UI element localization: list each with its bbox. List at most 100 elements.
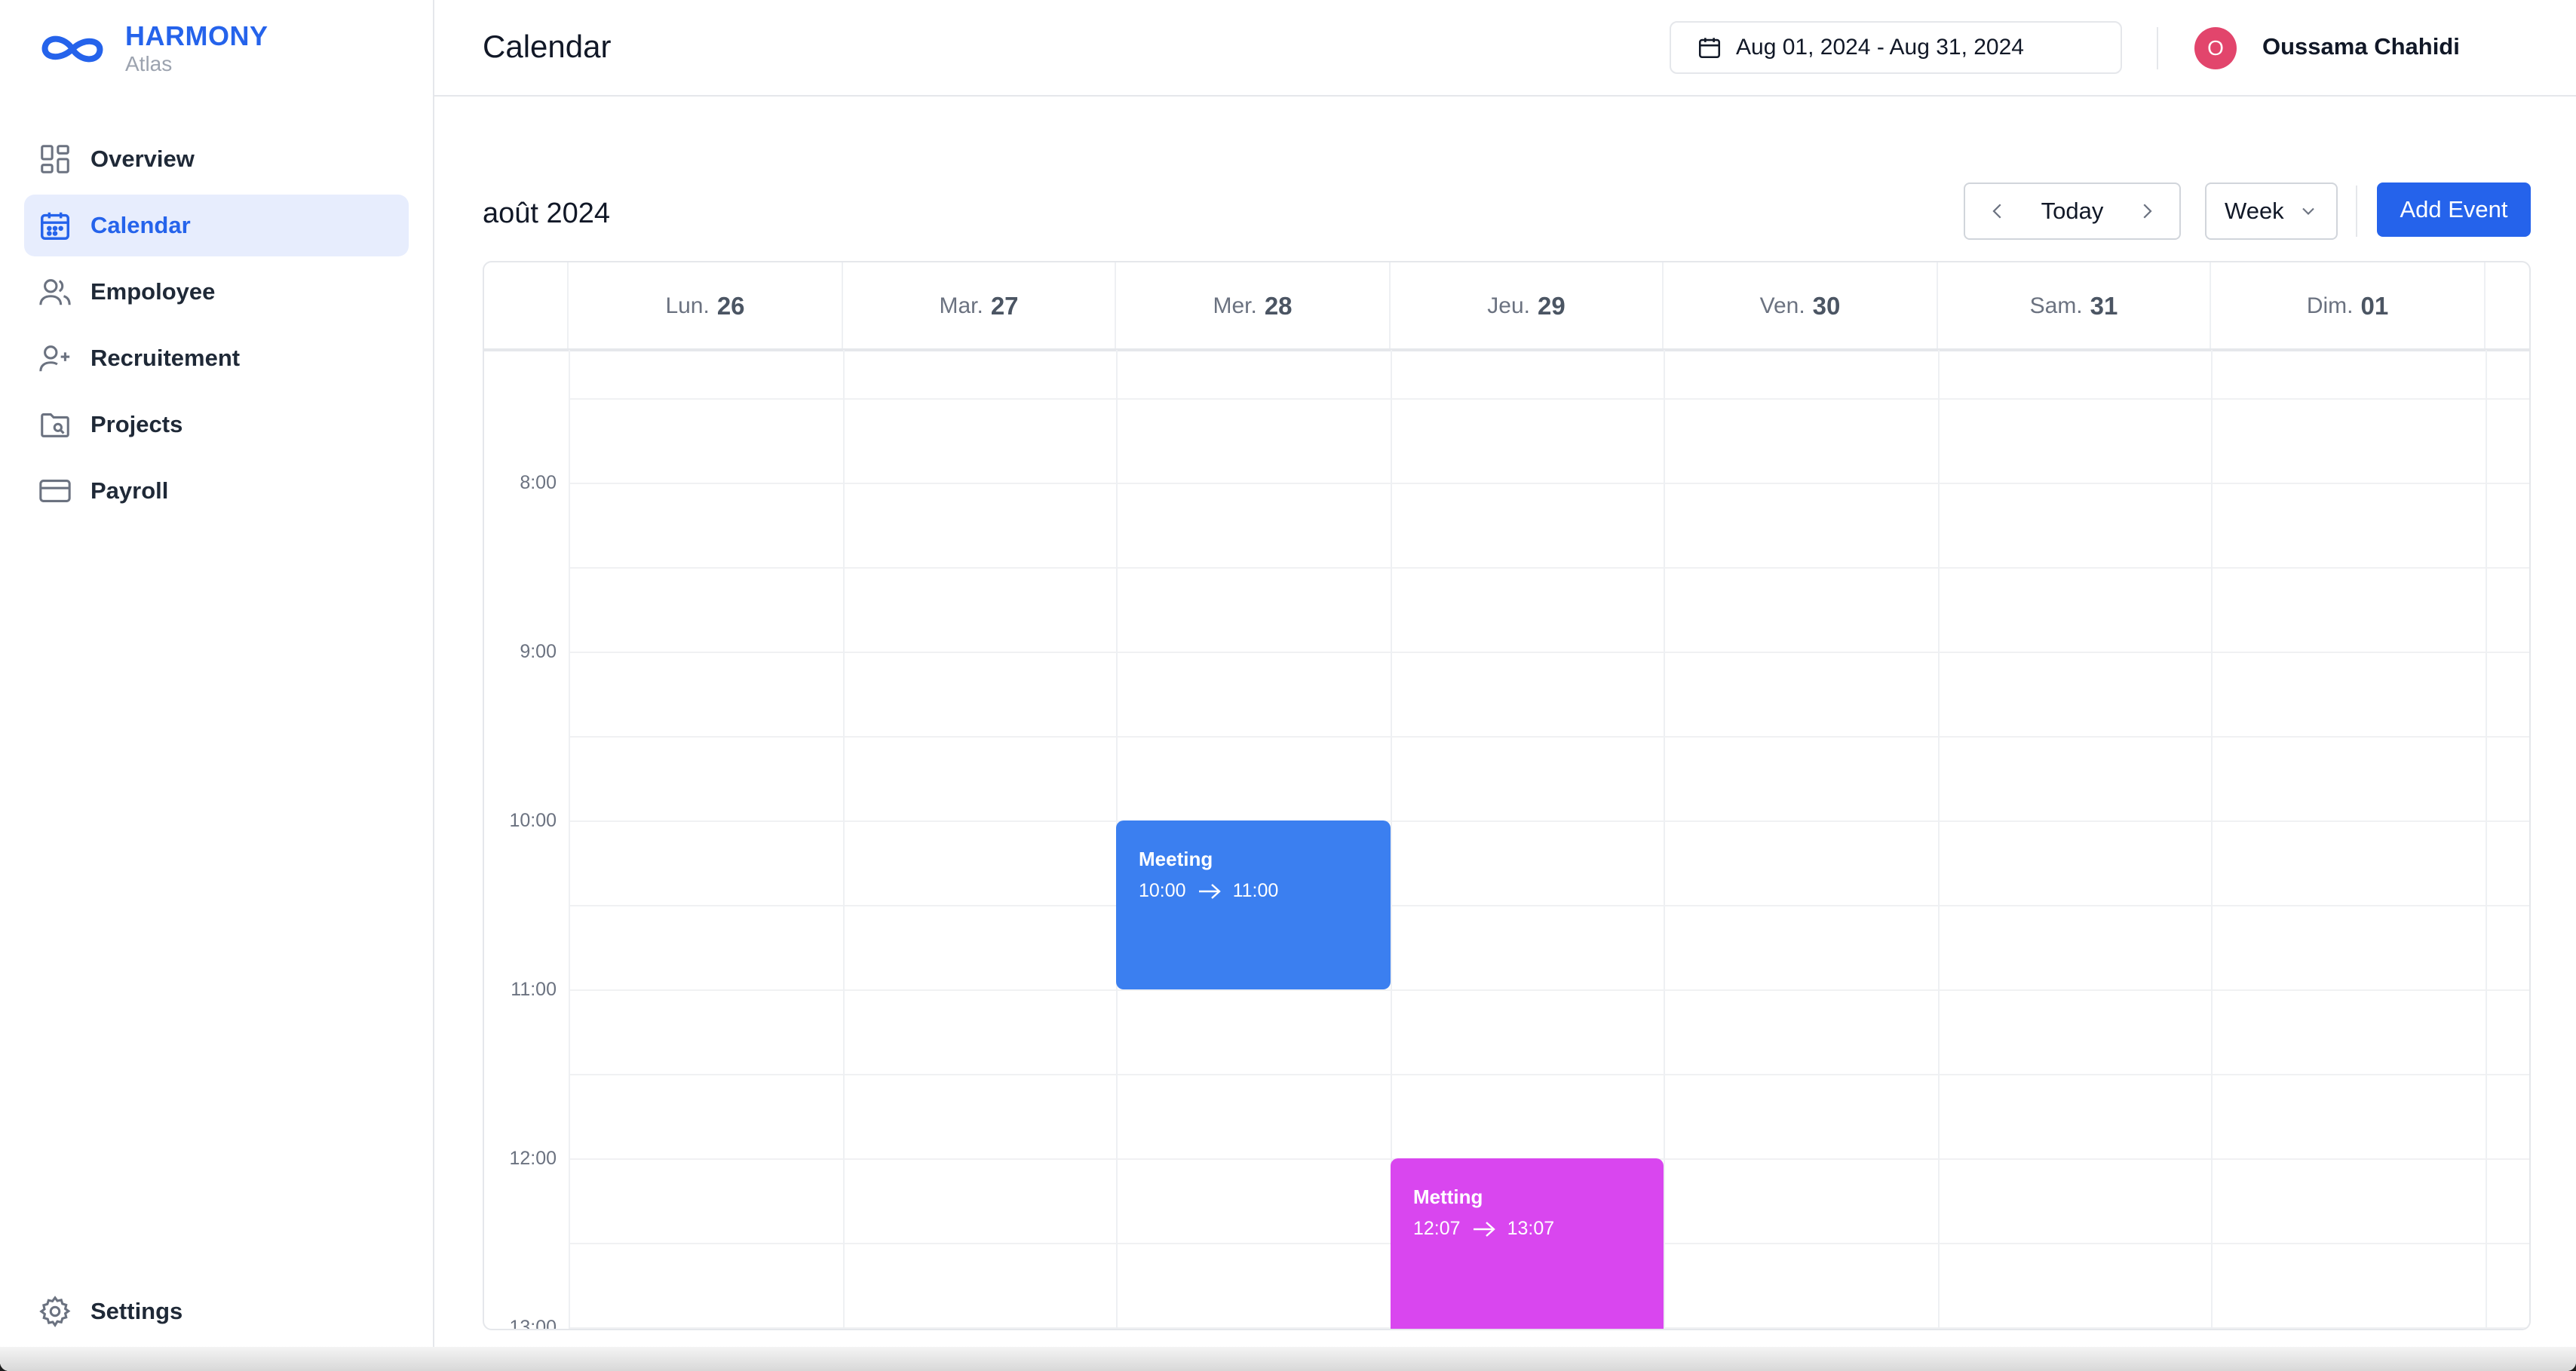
header-separator xyxy=(484,348,2529,351)
day-header-thu[interactable]: Jeu. 29 xyxy=(1391,262,1664,350)
sidebar-item-label: Calendar xyxy=(90,212,191,238)
add-event-button[interactable]: Add Event xyxy=(2377,182,2531,237)
folder-icon xyxy=(41,413,69,437)
view-select-value: Week xyxy=(2225,198,2284,224)
sidebar-item-label: Overview xyxy=(90,146,195,172)
sidebar-nav: Overview Calendar Empoloyee Recruitement… xyxy=(24,128,409,526)
event-end: 11:00 xyxy=(1232,880,1279,901)
grid-line xyxy=(569,736,2529,738)
avatar[interactable]: O xyxy=(2194,27,2237,69)
day-number: 29 xyxy=(1538,292,1566,320)
view-select[interactable]: Week xyxy=(2205,182,2338,240)
grid-line xyxy=(569,820,2529,822)
day-name: Lun. xyxy=(665,293,710,318)
chevron-right-icon[interactable] xyxy=(2136,200,2158,222)
day-header-fri[interactable]: Ven. 30 xyxy=(1664,262,1938,350)
grid-icon xyxy=(41,145,69,173)
day-header-sat[interactable]: Sam. 31 xyxy=(1938,262,2211,350)
settings-link[interactable]: Settings xyxy=(38,1294,182,1329)
time-label: 11:00 xyxy=(511,979,557,1000)
column-line xyxy=(2486,350,2487,1329)
day-name: Sam. xyxy=(2029,293,2083,318)
date-navigation: Today xyxy=(1964,182,2181,240)
day-header-wed[interactable]: Mer. 28 xyxy=(1116,262,1391,350)
event-title: Meeting xyxy=(1139,848,1213,870)
user-name[interactable]: Oussama Chahidi xyxy=(2262,33,2460,60)
users-icon xyxy=(39,279,71,305)
day-header-mon[interactable]: Lun. 26 xyxy=(569,262,843,350)
week-calendar: Lun. 26 Mar. 27 Mer. 28 Jeu. 29 Ven. 30 … xyxy=(483,261,2531,1330)
day-number: 26 xyxy=(716,292,745,320)
brand-name: HARMONY xyxy=(125,20,268,51)
day-name: Mar. xyxy=(939,293,983,318)
calendar-event[interactable]: Metting 12:07 13:07 xyxy=(1391,1158,1664,1329)
sidebar: HARMONY Atlas Overview Calendar Empoloye… xyxy=(0,0,434,1371)
event-title: Metting xyxy=(1413,1185,1483,1208)
time-label: 13:00 xyxy=(509,1317,557,1330)
date-range-picker[interactable]: Aug 01, 2024 - Aug 31, 2024 xyxy=(1670,21,2122,74)
column-line xyxy=(843,350,845,1329)
day-name: Dim. xyxy=(2306,293,2354,318)
sidebar-item-overview[interactable]: Overview xyxy=(24,128,409,190)
column-line xyxy=(569,350,570,1329)
gear-icon xyxy=(39,1296,71,1327)
day-name: Jeu. xyxy=(1487,293,1530,318)
today-button[interactable]: Today xyxy=(2041,198,2104,225)
month-label: août 2024 xyxy=(483,198,611,229)
sidebar-item-payroll[interactable]: Payroll xyxy=(24,460,409,522)
brand-subtitle: Atlas xyxy=(125,52,173,75)
event-time: 10:00 11:00 xyxy=(1139,880,1368,902)
grid-line xyxy=(569,905,2529,906)
sidebar-item-label: Projects xyxy=(90,411,183,437)
sidebar-item-projects[interactable]: Projects xyxy=(24,394,409,455)
day-number: 31 xyxy=(2090,292,2118,320)
time-label: 12:00 xyxy=(509,1148,557,1169)
grid-line xyxy=(569,483,2529,484)
event-end: 13:07 xyxy=(1507,1218,1555,1239)
column-line xyxy=(1938,350,1940,1329)
user-plus-icon xyxy=(39,345,70,372)
day-header-sun[interactable]: Dim. 01 xyxy=(2211,262,2486,350)
day-number: 30 xyxy=(1812,292,1841,320)
time-gutter-header xyxy=(484,262,569,350)
arrow-right-icon xyxy=(1473,1221,1495,1237)
sidebar-item-label: Empoloyee xyxy=(90,278,216,305)
grid-line xyxy=(569,989,2529,991)
grid-line xyxy=(569,398,2529,400)
event-time: 12:07 13:07 xyxy=(1413,1218,1641,1240)
infinity-logo-icon xyxy=(41,35,103,63)
day-name: Ven. xyxy=(1759,293,1805,318)
calendar-icon xyxy=(1698,38,1721,59)
chevron-down-icon xyxy=(2302,207,2314,215)
day-name: Mer. xyxy=(1213,293,1257,318)
logo[interactable]: HARMONY Atlas xyxy=(38,21,268,77)
app-window: HARMONY Atlas Overview Calendar Empoloye… xyxy=(0,0,2576,1371)
calendar-icon xyxy=(41,212,69,240)
time-label: 8:00 xyxy=(520,472,557,493)
chevron-left-icon[interactable] xyxy=(1986,200,2009,222)
toolbar-divider xyxy=(2356,186,2357,237)
top-header: Calendar Aug 01, 2024 - Aug 31, 2024 O O… xyxy=(434,0,2576,97)
day-number: 27 xyxy=(990,292,1019,320)
event-start: 10:00 xyxy=(1139,880,1186,901)
grid-line xyxy=(569,1074,2529,1075)
settings-label: Settings xyxy=(90,1298,183,1324)
column-line xyxy=(2211,350,2213,1329)
day-header-tue[interactable]: Mar. 27 xyxy=(843,262,1116,350)
sidebar-item-label: Payroll xyxy=(90,477,169,504)
page-title: Calendar xyxy=(483,29,612,64)
time-label: 9:00 xyxy=(520,641,557,662)
sidebar-item-recruitement[interactable]: Recruitement xyxy=(24,327,409,389)
window-bottom-edge xyxy=(0,1347,2576,1371)
grid-line xyxy=(569,652,2529,653)
credit-card-icon xyxy=(39,480,71,502)
date-range-text: Aug 01, 2024 - Aug 31, 2024 xyxy=(1736,35,2024,60)
sidebar-item-calendar[interactable]: Calendar xyxy=(24,195,409,256)
day-number: 01 xyxy=(2360,292,2389,320)
sidebar-item-label: Recruitement xyxy=(90,345,241,371)
calendar-event[interactable]: Meeting 10:00 11:00 xyxy=(1116,820,1391,989)
time-label: 10:00 xyxy=(509,810,557,831)
grid-line xyxy=(569,567,2529,569)
header-divider xyxy=(2157,27,2158,69)
sidebar-item-employee[interactable]: Empoloyee xyxy=(24,261,409,323)
